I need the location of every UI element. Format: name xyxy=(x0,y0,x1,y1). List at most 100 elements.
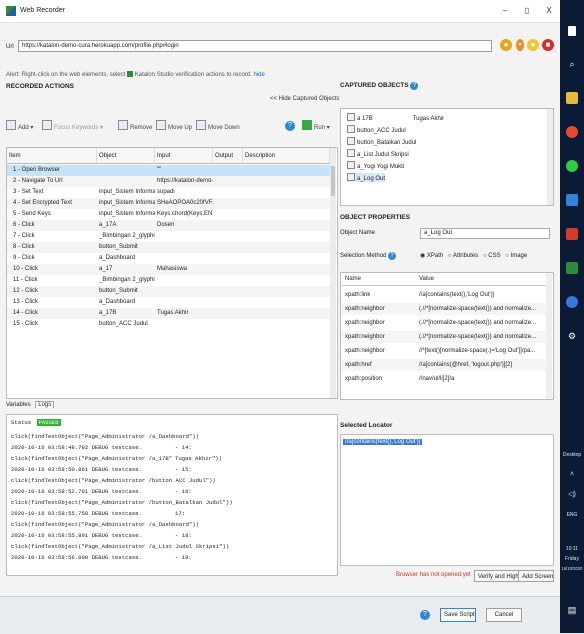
record-stop-icon[interactable]: ■ xyxy=(542,39,554,51)
table-row[interactable]: 13 - Click a_Dashboard xyxy=(7,297,330,308)
move-down-button[interactable]: Move Down xyxy=(196,120,240,132)
col-item[interactable]: Item xyxy=(7,148,97,164)
selector-row[interactable]: xpath:neighbor (.//*[normalize-space(text… xyxy=(341,303,546,315)
col-output[interactable]: Output xyxy=(213,148,243,164)
table-row[interactable]: 3 - Set Text input_Sistem Informasi Tugsu… xyxy=(7,187,330,198)
row-item: 5 - Send Keys xyxy=(13,211,51,217)
log-line-text: 2020-10-16 03:58:52.701 DEBUG testcase. xyxy=(11,488,142,495)
remove-button[interactable]: Remove xyxy=(118,120,152,132)
selector-scrollbar[interactable] xyxy=(546,273,552,399)
object-name-input[interactable]: a_Log Out xyxy=(420,228,550,239)
selected-locator-text[interactable]: //a[contains(text(),'Log Out')] xyxy=(343,439,423,445)
katalon-taskbar-icon[interactable] xyxy=(566,262,578,274)
cancel-button[interactable]: Cancel xyxy=(486,608,522,622)
move-up-button[interactable]: Move Up xyxy=(156,120,192,132)
radio-xpath[interactable]: ◉ XPath xyxy=(420,253,443,259)
minimize-button[interactable]: – xyxy=(496,4,514,18)
clock-time[interactable]: 10:11 xyxy=(560,546,584,552)
help-icon[interactable]: ? xyxy=(420,610,430,620)
selector-row[interactable]: xpath:position //nav/ul/li[2]/a xyxy=(341,373,546,385)
browser-taskbar-icon[interactable] xyxy=(566,296,578,308)
radio-image[interactable]: ○ Image xyxy=(505,253,527,259)
focus-keywords-button[interactable]: Focus Keywords ▾ xyxy=(42,120,103,132)
close-button[interactable]: X xyxy=(540,4,558,18)
run-button[interactable]: Run ▾ xyxy=(302,120,330,132)
table-row[interactable]: 11 - Click _Bimbingan 2_glyphicon g xyxy=(7,275,330,286)
url-input[interactable]: https://katalon-demo-cura.herokuapp.com/… xyxy=(18,40,492,52)
add-screenshot-button[interactable]: Add Screenshot xyxy=(518,570,554,582)
captured-scrollbar[interactable] xyxy=(547,109,553,205)
selector-row[interactable]: xpath:neighbor //*[text()[normalize-space… xyxy=(341,345,546,357)
chevron-up-icon[interactable]: ˄ xyxy=(560,471,584,478)
table-row[interactable]: 5 - Send Keys input_Sistem Informasi TugK… xyxy=(7,209,330,220)
captured-object-item[interactable]: button_Batalkan Judul xyxy=(347,137,416,146)
selector-row[interactable]: xpath:neighbor (.//*[normalize-space(text… xyxy=(341,331,546,343)
settings-gear-icon[interactable]: ⚙ xyxy=(566,330,578,342)
table-row[interactable]: 2 - Navigate To Url https://katalon-demo-… xyxy=(7,176,330,187)
search-icon[interactable]: ⌕ xyxy=(566,58,578,70)
firefox-icon[interactable]: ● xyxy=(527,39,539,51)
hide-captured-objects-link[interactable]: << Hide Captured Objects xyxy=(270,96,339,102)
recorded-actions-title: RECORDED ACTIONS xyxy=(6,83,75,90)
captured-object-item[interactable]: button_ACC Judul xyxy=(347,125,406,134)
table-scroll-thumb[interactable] xyxy=(331,166,335,196)
recorded-actions-table: Item Object Input Output Description 1 -… xyxy=(6,147,338,399)
col-name[interactable]: Name xyxy=(345,273,361,285)
add-icon xyxy=(6,120,16,130)
save-script-button[interactable]: Save Script xyxy=(440,608,476,622)
whatsapp-icon[interactable] xyxy=(566,160,578,172)
table-row[interactable]: 10 - Click a_17 Mahasiswa xyxy=(7,264,330,275)
table-row[interactable]: 12 - Click button_Submit xyxy=(7,286,330,297)
maximize-button[interactable]: ▯ xyxy=(518,4,536,18)
selector-row[interactable]: xpath:neighbor (.//*[normalize-space(text… xyxy=(341,317,546,329)
table-row[interactable]: 14 - Click a_17B Tugas Akhir xyxy=(7,308,330,319)
row-object: button_ACC Judul xyxy=(99,321,148,327)
notification-icon[interactable]: ▤ xyxy=(566,604,578,616)
office-icon[interactable] xyxy=(566,228,578,240)
hide-hint-link[interactable]: hide xyxy=(253,72,264,78)
chrome-taskbar-icon[interactable] xyxy=(566,126,578,138)
col-object[interactable]: Object xyxy=(97,148,155,164)
captured-object-item[interactable]: a 17B Tugas Akhir xyxy=(347,113,444,122)
col-value[interactable]: Value xyxy=(419,273,434,285)
log-line-suffix: - 18: xyxy=(175,532,192,539)
selected-locator-editor[interactable]: //a[contains(text(),'Log Out')] xyxy=(340,434,554,566)
help-icon[interactable]: ? xyxy=(285,121,295,131)
radio-css[interactable]: ○ CSS xyxy=(483,253,501,259)
tab-variables[interactable]: Variables xyxy=(6,402,31,408)
table-row[interactable]: 8 - Click button_Submit xyxy=(7,242,330,253)
desktop-label[interactable]: Desktop xyxy=(560,452,584,458)
row-item: 15 - Click xyxy=(13,321,39,327)
help-icon[interactable]: ? xyxy=(410,82,419,90)
windows-start-icon[interactable] xyxy=(568,26,576,36)
row-object: a_17 xyxy=(99,266,113,272)
right-pane: CAPTURED OBJECTS ? a 17B Tugas Akhir butto… xyxy=(338,82,560,582)
selector-row[interactable]: xpath:link //a[contains(text(),'Log Out')… xyxy=(341,289,546,301)
app-icon[interactable] xyxy=(566,194,578,206)
tab-logs[interactable]: Logs xyxy=(35,401,55,408)
captured-object-item[interactable]: a_Yogi Yogi Mukti xyxy=(347,161,404,170)
table-row[interactable]: 6 - Click a_17A Dosen xyxy=(7,220,330,231)
add-button[interactable]: Add ▾ xyxy=(6,120,33,132)
table-row[interactable]: 9 - Click a_Dashboard xyxy=(7,253,330,264)
language-indicator[interactable]: ENG xyxy=(560,512,584,518)
table-row[interactable]: 1 - Open Browser "" xyxy=(7,165,330,176)
table-row[interactable]: 4 - Set Encrypted Text input_Sistem Infor… xyxy=(7,198,330,209)
file-explorer-icon[interactable] xyxy=(566,92,578,104)
col-input[interactable]: Input xyxy=(155,148,213,164)
table-row[interactable]: 7 - Click _Bimbingan 2_glyphicon g xyxy=(7,231,330,242)
help-icon[interactable]: ? xyxy=(388,252,397,260)
captured-object-item[interactable]: a_List Judul Skripsi xyxy=(347,149,409,158)
chrome-icon[interactable]: ● xyxy=(500,39,512,51)
hint-text: Alert: Right-click on the web elements, … xyxy=(6,72,126,78)
table-row[interactable]: 15 - Click button_ACC Judul xyxy=(7,319,330,330)
dropdown-chevron-icon[interactable]: ▾ xyxy=(516,39,524,51)
log-line: 2020-10-16 03:58:55.891 DEBUG testcase. xyxy=(11,532,142,539)
selector-row[interactable]: xpath:href //a[contains(@href, 'logout.ph… xyxy=(341,359,546,371)
captured-object-item[interactable]: a_Log Out xyxy=(347,173,386,182)
log-line: 2020-10-16 03:58:50.861 DEBUG testcase. xyxy=(11,466,142,473)
radio-attributes[interactable]: ○ Attributes xyxy=(448,253,478,259)
col-description[interactable]: Description xyxy=(243,148,330,164)
selector-name: xpath:href xyxy=(345,362,372,368)
volume-icon[interactable]: ◁) xyxy=(560,491,584,498)
